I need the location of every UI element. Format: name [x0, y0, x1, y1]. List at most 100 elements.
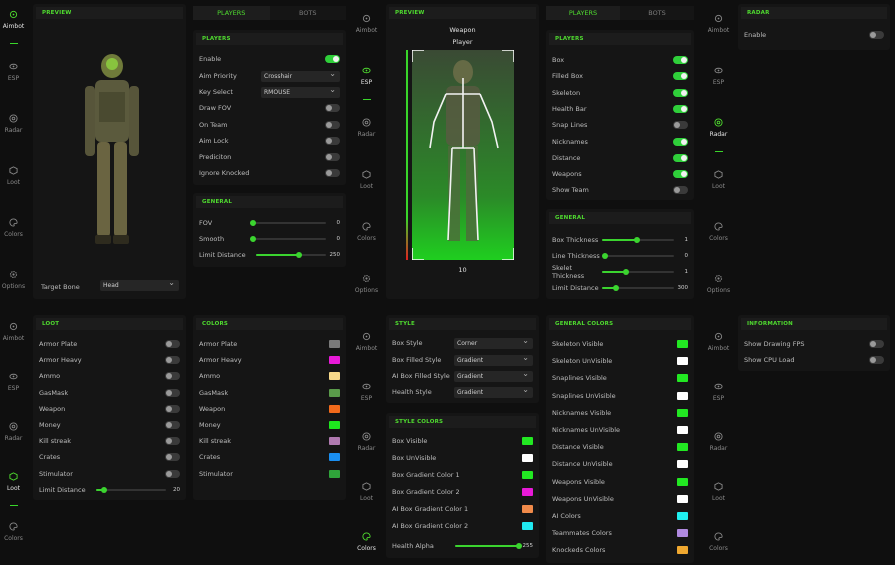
esp-toggle[interactable] [673, 56, 688, 64]
prediction-toggle[interactable] [325, 153, 340, 161]
nav-loot[interactable]: Loot [705, 482, 732, 513]
esp-toggle[interactable] [673, 170, 688, 179]
nav-colors[interactable]: Colors [705, 222, 732, 253]
radar-enable-toggle[interactable] [869, 31, 884, 39]
aim-lock-toggle[interactable] [325, 137, 340, 145]
nav-options[interactable]: Options [0, 270, 27, 301]
color-swatch[interactable] [677, 391, 688, 400]
ignore-knocked-toggle[interactable] [325, 169, 340, 177]
box-style-dropdown[interactable]: Corner [454, 335, 533, 349]
esp-toggle[interactable] [673, 186, 688, 195]
tab-bots[interactable]: BOTS [270, 6, 347, 20]
nav-loot[interactable]: Loot [353, 482, 380, 513]
color-swatch[interactable] [522, 471, 533, 479]
tab-bots[interactable]: BOTS [620, 6, 694, 20]
color-swatch[interactable] [329, 421, 340, 429]
loot-toggle[interactable] [165, 340, 180, 348]
color-swatch[interactable] [329, 388, 340, 397]
color-swatch[interactable] [522, 505, 533, 513]
on-team-toggle[interactable] [325, 121, 340, 129]
nav-aimbot[interactable]: Aimbot [705, 14, 732, 45]
color-swatch[interactable] [677, 408, 688, 417]
nav-radar[interactable]: Radar [705, 432, 732, 463]
nav-colors[interactable]: Colors [705, 532, 732, 563]
nav-loot[interactable]: Loot [0, 472, 27, 506]
color-swatch[interactable] [329, 469, 340, 478]
smooth-slider[interactable] [250, 234, 326, 244]
tab-players[interactable]: PLAYERS [546, 6, 620, 20]
color-swatch[interactable] [677, 494, 688, 503]
loot-toggle[interactable] [165, 388, 180, 397]
line-thickness-slider[interactable] [602, 251, 674, 261]
nav-aimbot[interactable]: Aimbot [353, 14, 380, 45]
nav-esp[interactable]: ESP [0, 62, 27, 93]
loot-toggle[interactable] [165, 437, 180, 446]
nav-esp[interactable]: ESP [705, 382, 732, 413]
show-cpu-toggle[interactable] [869, 356, 884, 364]
nav-loot[interactable]: Loot [705, 170, 732, 201]
nav-aimbot[interactable]: Aimbot [353, 332, 380, 363]
skelet-thickness-slider[interactable] [602, 267, 674, 277]
color-swatch[interactable] [677, 443, 688, 452]
nav-colors[interactable]: Colors [353, 532, 380, 565]
color-swatch[interactable] [329, 356, 340, 365]
nav-loot[interactable]: Loot [0, 166, 27, 197]
aim-priority-dropdown[interactable]: Crosshair [261, 68, 340, 82]
color-swatch[interactable] [522, 437, 533, 445]
nav-loot[interactable]: Loot [353, 170, 380, 201]
esp-toggle[interactable] [673, 153, 688, 162]
color-swatch[interactable] [329, 340, 340, 348]
color-swatch[interactable] [677, 546, 688, 555]
color-swatch[interactable] [677, 460, 688, 469]
nav-radar[interactable]: Radar [705, 118, 732, 152]
nav-esp[interactable]: ESP [0, 372, 27, 403]
color-swatch[interactable] [329, 437, 340, 446]
color-swatch[interactable] [329, 372, 340, 381]
draw-fov-toggle[interactable] [325, 104, 340, 112]
esp-toggle[interactable] [673, 104, 688, 113]
color-swatch[interactable] [677, 477, 688, 486]
esp-toggle[interactable] [673, 88, 688, 97]
nav-colors[interactable]: Colors [353, 222, 380, 253]
health-style-dropdown[interactable]: Gradient [454, 384, 533, 398]
nav-radar[interactable]: Radar [353, 118, 380, 149]
limit-distance-slider[interactable] [256, 250, 326, 260]
show-fps-toggle[interactable] [869, 340, 884, 348]
nav-esp[interactable]: ESP [705, 66, 732, 97]
loot-toggle[interactable] [165, 453, 180, 462]
color-swatch[interactable] [677, 340, 688, 348]
nav-radar[interactable]: Radar [0, 422, 27, 453]
nav-colors[interactable]: Colors [0, 522, 27, 553]
esp-toggle[interactable] [673, 137, 688, 146]
nav-esp[interactable]: ESP [353, 66, 380, 100]
nav-options[interactable]: Options [705, 274, 732, 305]
color-swatch[interactable] [677, 374, 688, 383]
color-swatch[interactable] [677, 529, 688, 538]
enable-toggle[interactable] [325, 55, 340, 63]
color-swatch[interactable] [522, 488, 533, 496]
target-bone-dropdown[interactable]: Head [100, 277, 179, 291]
loot-toggle[interactable] [165, 421, 180, 429]
nav-aimbot[interactable]: Aimbot [705, 332, 732, 363]
nav-aimbot[interactable]: Aimbot [0, 322, 27, 353]
health-alpha-slider[interactable] [455, 541, 522, 551]
color-swatch[interactable] [677, 512, 688, 520]
esp-toggle[interactable] [673, 72, 688, 81]
loot-limit-distance-slider[interactable] [96, 485, 166, 495]
ai-box-filled-style-dropdown[interactable]: Gradient [454, 368, 533, 382]
color-swatch[interactable] [677, 357, 688, 366]
box-filled-style-dropdown[interactable]: Gradient [454, 352, 533, 366]
color-swatch[interactable] [522, 522, 533, 530]
limit-distance-slider[interactable] [602, 283, 674, 293]
color-swatch[interactable] [522, 454, 533, 462]
nav-radar[interactable]: Radar [353, 432, 380, 463]
nav-options[interactable]: Options [353, 274, 380, 305]
tab-players[interactable]: PLAYERS [193, 6, 270, 20]
nav-esp[interactable]: ESP [353, 382, 380, 413]
loot-toggle[interactable] [165, 404, 180, 413]
nav-aimbot[interactable]: Aimbot [0, 10, 27, 44]
loot-toggle[interactable] [165, 356, 180, 365]
fov-slider[interactable] [250, 218, 326, 228]
loot-toggle[interactable] [165, 372, 180, 381]
color-swatch[interactable] [677, 426, 688, 434]
